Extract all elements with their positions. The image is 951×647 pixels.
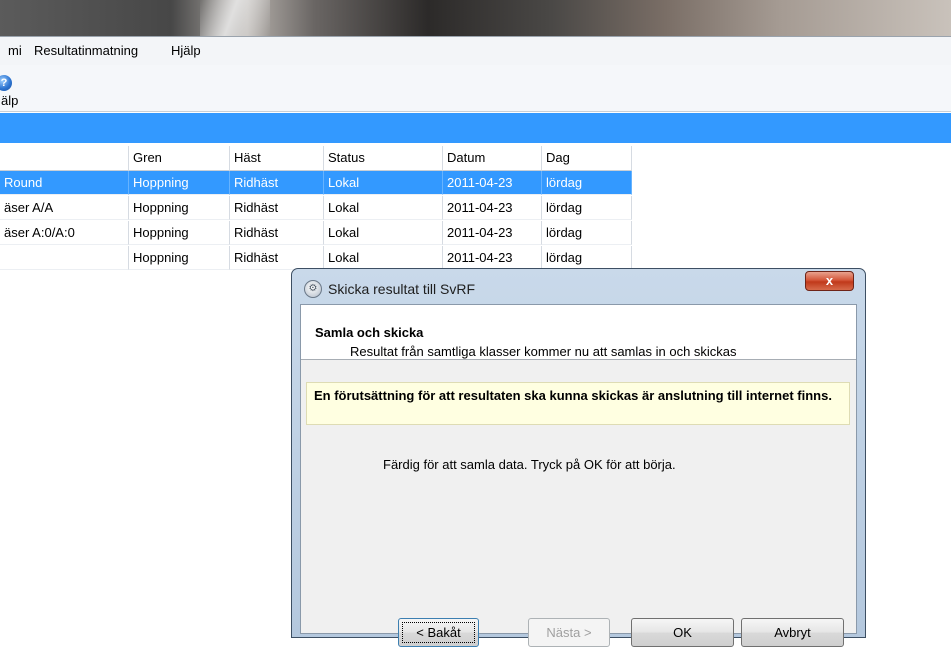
toolbar: ? älp (0, 65, 951, 112)
column-header-datum[interactable]: Datum (443, 146, 542, 171)
column-header-name[interactable] (0, 146, 129, 171)
cell-gren: Hoppning (129, 171, 230, 195)
next-button[interactable]: Nästa > (528, 618, 610, 647)
next-button-label: Nästa > (546, 625, 592, 640)
cancel-button-label: Avbryt (774, 625, 811, 640)
table-row[interactable]: Round Hoppning Ridhäst Lokal 2011-04-23 … (0, 171, 632, 195)
cell-gren: Hoppning (129, 196, 230, 220)
window-title-strip (0, 0, 951, 36)
cell-hast: Ridhäst (230, 246, 324, 270)
cancel-button[interactable]: Avbryt (741, 618, 844, 647)
status-message: Färdig för att samla data. Tryck på OK f… (383, 457, 676, 472)
table-row[interactable]: äser A:0/A:0 Hoppning Ridhäst Lokal 2011… (0, 221, 632, 245)
wizard-step-subtitle: Resultat från samtliga klasser kommer nu… (350, 344, 737, 359)
cell-datum: 2011-04-23 (443, 246, 542, 270)
back-button[interactable]: < Bakåt (398, 618, 479, 647)
grid-header-row: Gren Häst Status Datum Dag (0, 146, 632, 171)
send-results-dialog: ⚙ Skicka resultat till SvRF x Samla och … (291, 268, 866, 647)
column-header-status[interactable]: Status (324, 146, 443, 171)
dialog-title: Skicka resultat till SvRF (328, 281, 476, 297)
cell-status: Lokal (324, 171, 443, 195)
menu-item-resultatinmatning[interactable]: Resultatinmatning (34, 43, 138, 58)
cell-hast: Ridhäst (230, 171, 324, 195)
table-row[interactable]: Hoppning Ridhäst Lokal 2011-04-23 lördag (0, 246, 632, 270)
ok-button[interactable]: OK (631, 618, 734, 647)
cell-dag: lördag (542, 171, 632, 195)
cell-datum: 2011-04-23 (443, 221, 542, 245)
ok-button-label: OK (673, 625, 692, 640)
column-header-hast[interactable]: Häst (230, 146, 324, 171)
menu-item-system[interactable]: mi (8, 43, 22, 58)
cell-gren: Hoppning (129, 246, 230, 270)
cell-gren: Hoppning (129, 221, 230, 245)
cell-name: Round (0, 171, 129, 195)
cell-name: äser A/A (0, 196, 129, 220)
menubar: mi Resultatinmatning Hjälp (0, 36, 951, 66)
cell-hast: Ridhäst (230, 221, 324, 245)
dialog-client-area: Samla och skicka Resultat från samtliga … (300, 304, 857, 647)
wizard-step-title: Samla och skicka (315, 325, 424, 340)
menu-item-hjalp[interactable]: Hjälp (171, 43, 201, 58)
close-icon[interactable]: x (805, 271, 854, 291)
cell-dag: lördag (542, 246, 632, 270)
table-row[interactable]: äser A/A Hoppning Ridhäst Lokal 2011-04-… (0, 196, 632, 220)
wizard-header: Samla och skicka Resultat från samtliga … (301, 305, 856, 360)
cell-datum: 2011-04-23 (443, 196, 542, 220)
help-icon[interactable]: ? (0, 75, 12, 91)
column-header-dag[interactable]: Dag (542, 146, 632, 171)
cell-name (0, 246, 129, 270)
title-glint (200, 0, 270, 36)
app-icon: ⚙ (304, 280, 322, 298)
cell-status: Lokal (324, 196, 443, 220)
cell-name: äser A:0/A:0 (0, 221, 129, 245)
cell-dag: lördag (542, 221, 632, 245)
cell-status: Lokal (324, 221, 443, 245)
column-header-gren[interactable]: Gren (129, 146, 230, 171)
help-toolbar-label[interactable]: älp (1, 93, 18, 108)
cell-dag: lördag (542, 196, 632, 220)
requirement-note-text: En förutsättning för att resultaten ska … (314, 388, 832, 403)
cell-status: Lokal (324, 246, 443, 270)
requirement-note: En förutsättning för att resultaten ska … (306, 382, 850, 425)
focus-rect (402, 622, 475, 643)
section-header-bar (0, 113, 951, 143)
cell-hast: Ridhäst (230, 196, 324, 220)
cell-datum: 2011-04-23 (443, 171, 542, 195)
